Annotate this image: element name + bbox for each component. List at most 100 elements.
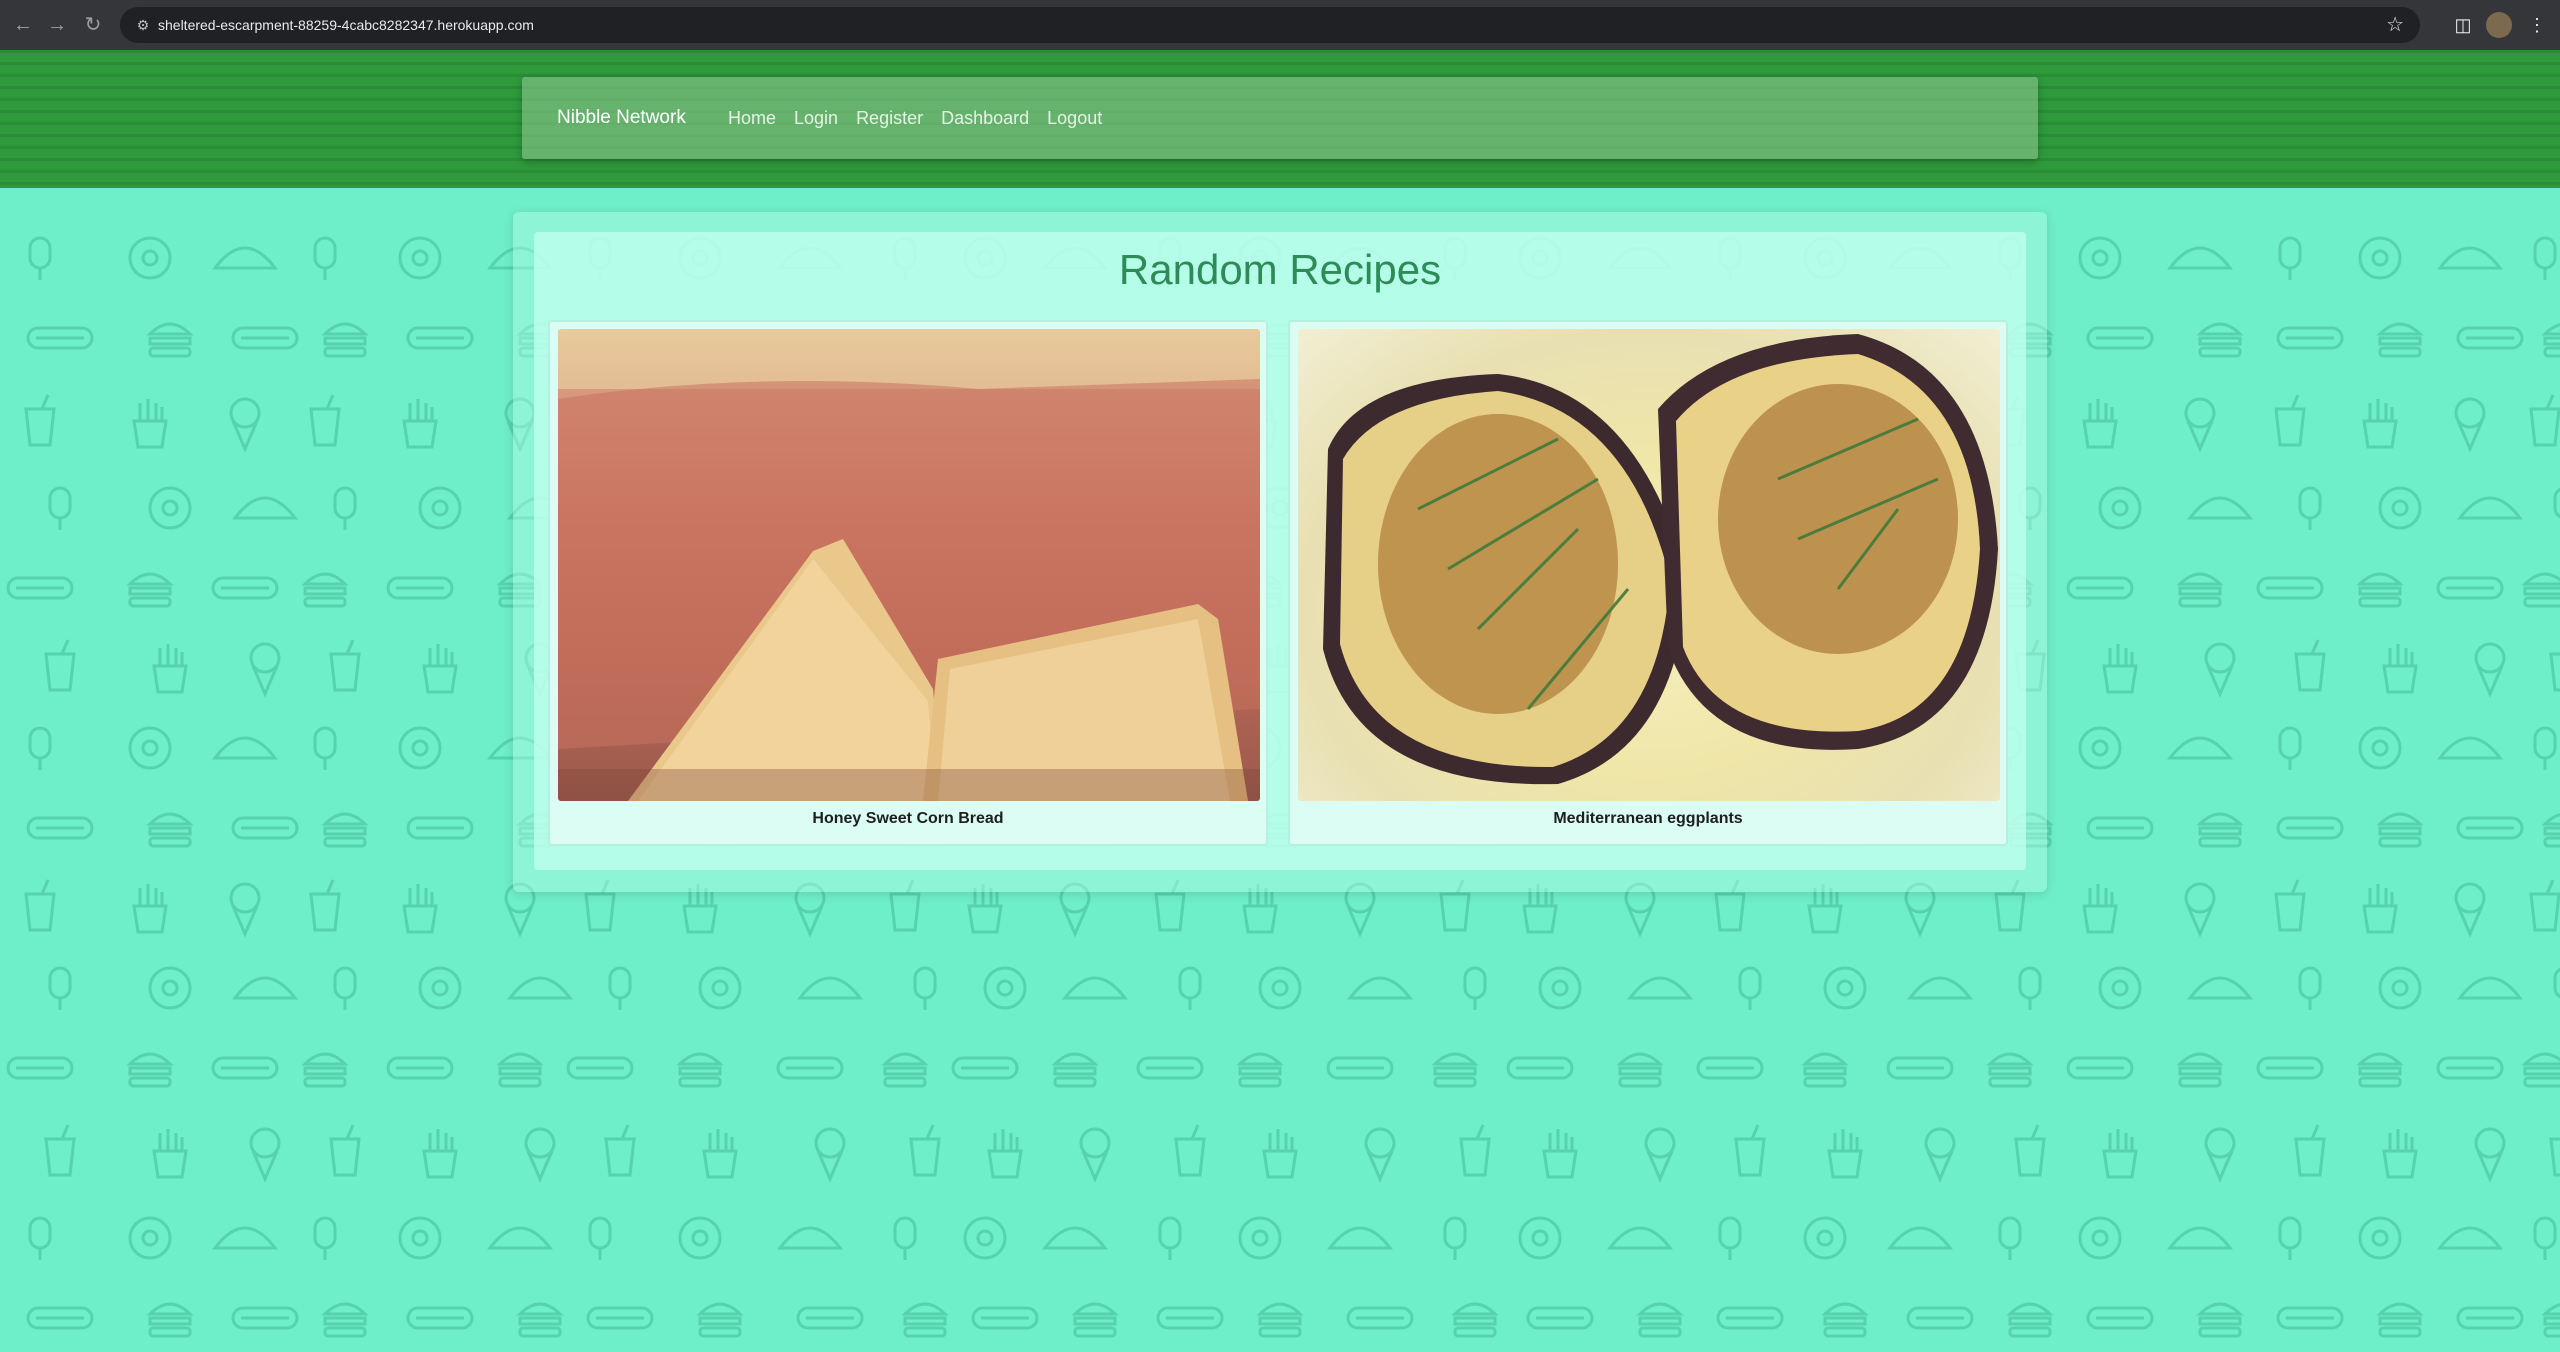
food-pattern-icon (1803, 1216, 1847, 1260)
food-pattern-icon (2184, 882, 2216, 938)
food-pattern-icon (2382, 644, 2418, 694)
food-pattern-icon (2436, 576, 2504, 600)
food-pattern-icon (1886, 1226, 1954, 1250)
food-pattern-icon (1236, 1052, 1284, 1088)
food-pattern-icon (211, 576, 279, 600)
food-pattern-icon (2176, 1052, 2224, 1088)
food-pattern-icon (321, 812, 369, 848)
recipe-title[interactable]: Honey Sweet Corn Bread (550, 810, 1266, 828)
food-pattern-icon (398, 236, 442, 280)
food-pattern-icon (229, 882, 261, 938)
food-pattern-icon (249, 642, 281, 698)
food-pattern-icon (321, 322, 369, 358)
nav-home-link[interactable]: Home (728, 77, 776, 159)
food-pattern-icon (893, 1216, 917, 1260)
food-pattern-icon (2086, 1306, 2154, 1330)
food-pattern-icon (333, 966, 357, 1010)
brand-link[interactable]: Nibble Network (557, 77, 686, 159)
food-pattern-icon (148, 966, 192, 1010)
food-pattern-icon (2358, 236, 2402, 280)
food-pattern-icon (128, 726, 172, 770)
food-pattern-icon (2006, 1302, 2054, 1338)
food-pattern-icon (586, 1306, 654, 1330)
food-pattern-icon (406, 1306, 474, 1330)
food-pattern-icon (1258, 966, 1302, 1010)
food-pattern-icon (2294, 639, 2326, 692)
side-panel-icon[interactable]: ◫ (2450, 12, 2476, 38)
food-pattern-icon (796, 976, 864, 1000)
food-pattern-icon (249, 1127, 281, 1183)
food-pattern-icon (2541, 323, 2560, 358)
food-pattern-icon (796, 1306, 864, 1330)
food-pattern-icon (418, 966, 462, 1010)
profile-avatar[interactable] (2486, 12, 2512, 38)
food-pattern-icon (48, 966, 72, 1010)
food-pattern-icon (1998, 1216, 2022, 1260)
food-pattern-icon (1696, 1056, 1764, 1080)
food-pattern-icon (6, 576, 74, 600)
nav-logout-link[interactable]: Logout (1047, 77, 1102, 159)
food-pattern-icon (2362, 884, 2398, 934)
food-pattern-icon (2186, 496, 2254, 520)
recipe-image[interactable] (558, 329, 1260, 801)
food-pattern-icon (26, 816, 94, 840)
food-pattern-icon (321, 1302, 369, 1338)
food-pattern-icon (1616, 1052, 1664, 1088)
food-pattern-icon (231, 326, 299, 350)
recipe-title[interactable]: Mediterranean eggplants (1290, 810, 2006, 828)
food-pattern-icon (1506, 1056, 1574, 1080)
food-pattern-icon (2278, 236, 2302, 280)
site-info-icon[interactable]: ⚙ (134, 16, 152, 34)
food-pattern-icon (1178, 966, 1202, 1010)
food-pattern-icon (44, 639, 76, 692)
food-pattern-icon (2521, 572, 2560, 608)
food-pattern-icon (211, 246, 279, 270)
food-pattern-icon (2549, 652, 2560, 692)
food-pattern-icon (132, 884, 168, 934)
food-pattern-icon (386, 1056, 454, 1080)
food-pattern-icon (2166, 736, 2234, 760)
food-pattern-icon (2456, 1306, 2524, 1330)
address-bar[interactable]: ⚙ sheltered-escarpment-88259-4cabc828234… (120, 7, 2420, 43)
food-pattern-icon (1156, 1306, 1224, 1330)
food-pattern-icon (2382, 1129, 2418, 1179)
food-pattern-icon (398, 726, 442, 770)
address-url[interactable]: sheltered-escarpment-88259-4cabc8282347.… (158, 7, 534, 43)
food-pattern-icon (1238, 1216, 1282, 1260)
food-pattern-icon (983, 966, 1027, 1010)
forward-icon[interactable]: → (44, 12, 70, 38)
food-pattern-icon (2082, 884, 2118, 934)
bookmark-star-icon[interactable]: ☆ (2386, 7, 2404, 43)
food-pattern-icon (1326, 1056, 1394, 1080)
back-icon[interactable]: ← (10, 12, 36, 38)
menu-kebab-icon[interactable]: ⋮ (2524, 12, 2550, 38)
food-pattern-icon (1626, 976, 1694, 1000)
navbar: Nibble Network Home Login Register Dashb… (522, 77, 2038, 159)
nav-dashboard-link[interactable]: Dashboard (941, 77, 1029, 159)
food-pattern-icon (309, 879, 341, 932)
food-pattern-icon (1079, 1127, 1111, 1183)
food-pattern-icon (1262, 1129, 1298, 1179)
food-pattern-icon (2204, 642, 2236, 698)
food-pattern-icon (1346, 1306, 1414, 1330)
food-pattern-icon (2086, 816, 2154, 840)
recipe-card[interactable]: Mediterranean eggplants (1288, 320, 2008, 846)
nav-register-link[interactable]: Register (856, 77, 923, 159)
food-pattern-icon (1906, 976, 1974, 1000)
food-pattern-icon (1174, 1124, 1206, 1177)
recipe-card[interactable]: Honey Sweet Corn Bread (548, 320, 1268, 846)
food-pattern-icon (44, 1124, 76, 1177)
food-pattern-icon (231, 1306, 299, 1330)
recipe-image[interactable] (1298, 329, 2000, 801)
food-pattern-icon (1823, 966, 1867, 1010)
reload-icon[interactable]: ↻ (80, 12, 106, 38)
food-pattern-icon (1364, 1127, 1396, 1183)
food-pattern-icon (2098, 966, 2142, 1010)
food-pattern-icon (2358, 1216, 2402, 1260)
nav-links: Home Login Register Dashboard Logout (728, 77, 1120, 159)
nav-login-link[interactable]: Login (794, 77, 838, 159)
food-pattern-icon (2541, 813, 2560, 848)
food-pattern-icon (128, 1216, 172, 1260)
food-pattern-icon (698, 966, 742, 1010)
food-pattern-icon (422, 644, 458, 694)
